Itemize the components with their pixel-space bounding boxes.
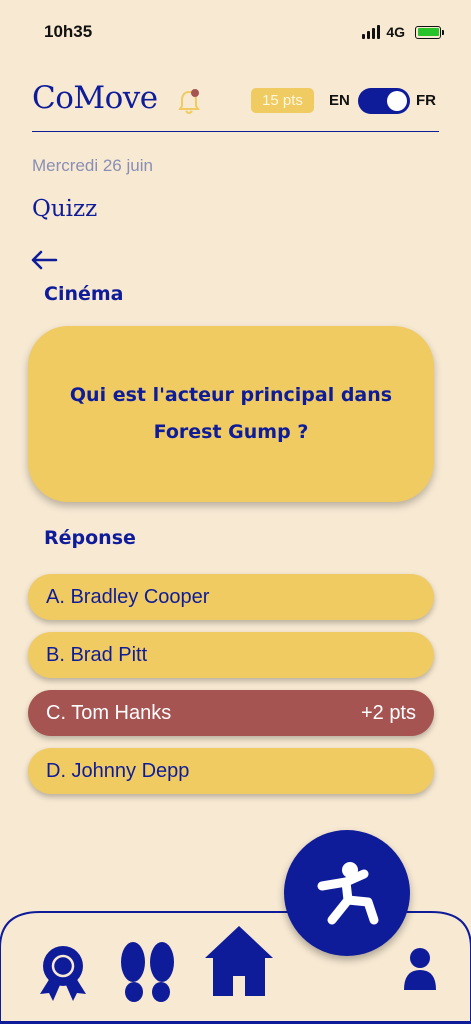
- answer-label: C. Tom Hanks: [46, 701, 172, 724]
- answer-option-c[interactable]: C. Tom Hanks +2 pts: [28, 690, 434, 736]
- footsteps-icon[interactable]: [115, 938, 181, 1004]
- status-time: 10h35: [44, 22, 93, 41]
- answer-label: A. Bradley Cooper: [46, 585, 210, 608]
- answer-option-b[interactable]: B. Brad Pitt: [28, 632, 434, 678]
- app-logo: CoMove: [32, 80, 158, 116]
- answer-option-d[interactable]: D. Johnny Depp: [28, 748, 434, 794]
- lang-en-label: EN: [329, 92, 350, 109]
- status-bar: 10h35 4G: [0, 0, 471, 70]
- status-indicators: 4G: [362, 24, 444, 40]
- award-icon[interactable]: [32, 940, 94, 1002]
- language-toggle[interactable]: [358, 88, 410, 114]
- points-badge: 15 pts: [251, 88, 314, 113]
- current-date: Mercredi 26 juin: [32, 156, 153, 175]
- question-card: Qui est l'acteur principal dans Forest G…: [28, 326, 434, 502]
- back-arrow-icon[interactable]: [30, 248, 58, 272]
- home-icon[interactable]: [203, 922, 275, 998]
- signal-icon: [362, 25, 381, 39]
- question-text: Qui est l'acteur principal dans Forest G…: [69, 384, 393, 443]
- page-title: Quizz: [32, 196, 98, 222]
- activity-button[interactable]: [284, 830, 410, 956]
- answer-label: D. Johnny Depp: [46, 759, 190, 782]
- answers-heading: Réponse: [44, 527, 136, 549]
- network-type: 4G: [386, 24, 405, 40]
- quiz-category: Cinéma: [44, 283, 124, 305]
- answer-option-a[interactable]: A. Bradley Cooper: [28, 574, 434, 620]
- answer-label: B. Brad Pitt: [46, 643, 148, 666]
- profile-icon[interactable]: [402, 946, 438, 992]
- answer-points: +2 pts: [360, 701, 416, 724]
- activity-icon: [317, 862, 379, 925]
- app-header: CoMove 15 pts EN FR: [32, 78, 439, 132]
- lang-fr-label: FR: [416, 92, 436, 109]
- notification-bell-icon[interactable]: [177, 88, 201, 116]
- answer-list: A. Bradley Cooper B. Brad Pitt C. Tom Ha…: [28, 574, 434, 806]
- battery-icon: [415, 25, 444, 39]
